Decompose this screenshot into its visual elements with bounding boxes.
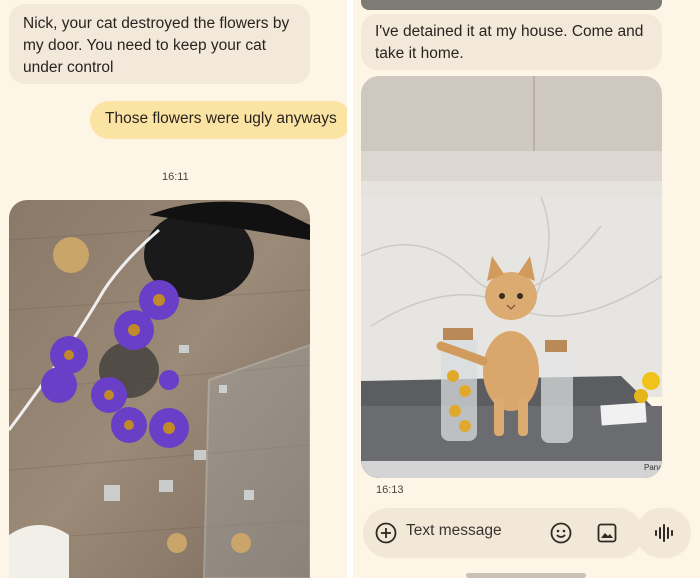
conversation-panel-left: Nick, your cat destroyed the flowers by …: [0, 0, 347, 578]
incoming-message[interactable]: Nick, your cat destroyed the flowers by …: [9, 4, 310, 84]
message-timestamp: 16:11: [162, 171, 189, 183]
voice-message-button[interactable]: [636, 508, 691, 558]
previous-photo-edge: [361, 0, 662, 10]
emoji-icon[interactable]: [550, 522, 572, 544]
flowers-photo[interactable]: [9, 200, 310, 578]
gallery-icon[interactable]: [596, 522, 618, 544]
message-compose-bar[interactable]: Text message: [363, 508, 643, 558]
conversation-panel-right: I've detained it at my house. Come and t…: [353, 0, 700, 578]
kitten-photo-image: Pana: [361, 76, 662, 478]
message-input[interactable]: Text message: [406, 522, 502, 540]
message-timestamp: 16:13: [376, 484, 404, 496]
plus-icon[interactable]: [375, 522, 397, 544]
outgoing-message[interactable]: Those flowers were ugly anyways: [90, 101, 347, 139]
voice-icon: [655, 524, 673, 542]
flowers-photo-image: [9, 200, 310, 578]
kitten-photo[interactable]: Pana: [361, 76, 662, 478]
incoming-message[interactable]: I've detained it at my house. Come and t…: [361, 14, 662, 70]
appliance-brand-label: Pana: [644, 463, 662, 472]
gesture-home-bar[interactable]: [466, 573, 586, 578]
